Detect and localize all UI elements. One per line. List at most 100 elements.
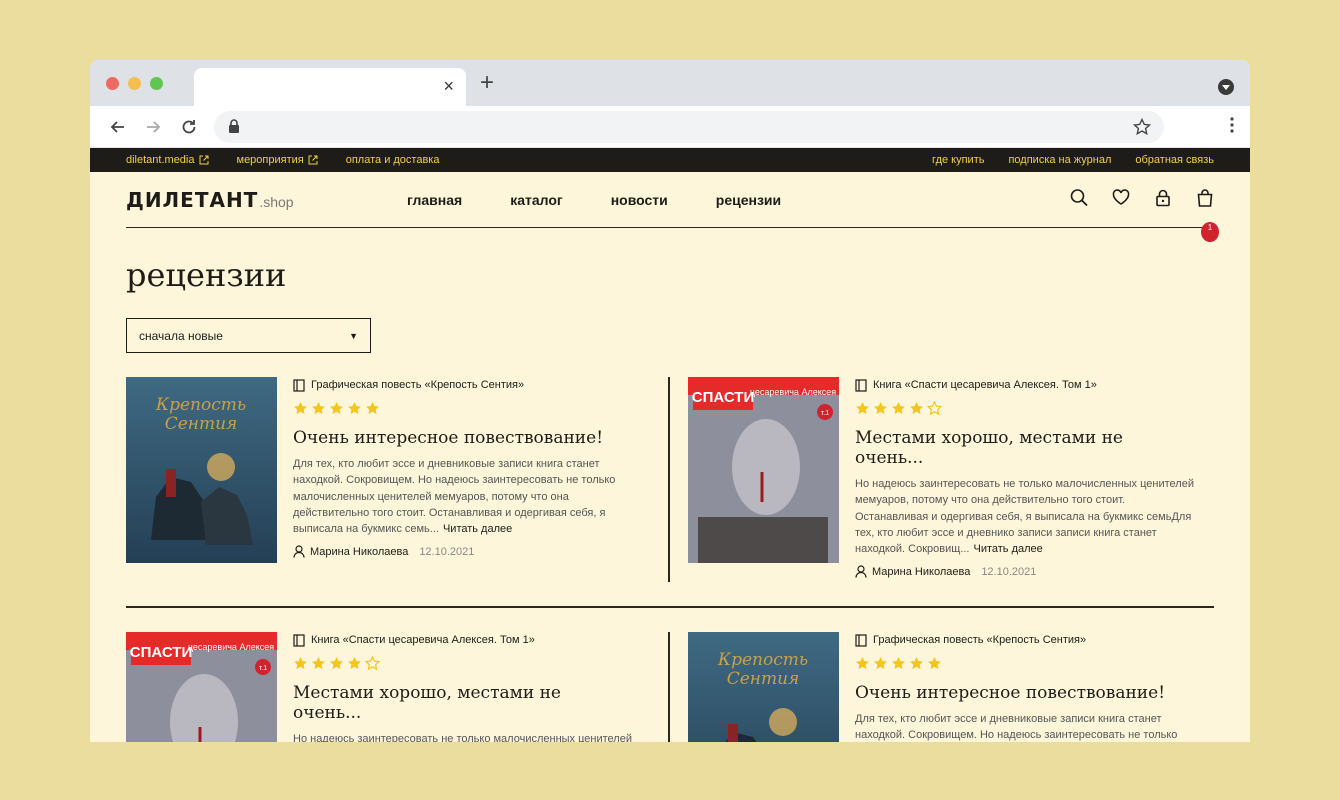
star-filled-icon (856, 402, 869, 415)
topbar-link-events[interactable]: мероприятия (237, 154, 318, 166)
tab-close-icon[interactable]: × (443, 76, 454, 96)
star-filled-icon (892, 402, 905, 415)
bookmark-star-icon[interactable] (1132, 117, 1152, 137)
sort-select-value: сначала новые (139, 328, 223, 343)
cover-subtitle: цесаревича Алексея (750, 387, 836, 397)
review-title[interactable]: Местами хорошо, местами не очень... (293, 683, 633, 723)
review-text: Для тех, кто любит эссе и дневниковые за… (293, 458, 616, 536)
cover-title-line1: Крепость (717, 650, 808, 670)
star-filled-icon (312, 657, 325, 670)
account-lock-icon[interactable] (1154, 188, 1172, 208)
read-more-link[interactable]: Читать далее (974, 543, 1043, 555)
back-icon[interactable] (106, 115, 130, 139)
lock-icon (229, 119, 239, 133)
minimize-window-button[interactable] (128, 77, 141, 90)
star-filled-icon (348, 657, 361, 670)
star-filled-icon (294, 402, 307, 415)
external-link-icon (199, 155, 208, 165)
star-filled-icon (892, 657, 905, 670)
rating-stars (855, 401, 1195, 416)
topbar-link-where-to-buy[interactable]: где купить (932, 154, 984, 166)
reload-icon[interactable] (177, 115, 201, 139)
star-filled-icon (366, 402, 379, 415)
new-tab-button[interactable]: + (480, 71, 494, 95)
maximize-window-button[interactable] (150, 77, 163, 90)
book-icon (293, 378, 305, 392)
cover-volume: т.1 (259, 665, 267, 672)
forward-icon[interactable] (141, 115, 165, 139)
cover-banner: СПАСТИ (692, 389, 754, 406)
book-cover-krepost[interactable]: Крепость Сентия (126, 377, 277, 563)
profile-menu-icon[interactable] (1218, 79, 1234, 95)
review-title[interactable]: Очень интересное повествование! (293, 428, 633, 448)
column-divider (668, 632, 670, 742)
browser-window: × + diletant.media мероприятия оплата и … (90, 60, 1250, 742)
site-logo[interactable]: ДИЛЕТАНТ .shop (126, 188, 294, 212)
review-product[interactable]: Графическая повесть «Крепость Сентия» (293, 377, 633, 393)
browser-tab[interactable]: × (194, 68, 466, 106)
search-icon[interactable] (1070, 188, 1088, 208)
browser-toolbar (90, 106, 1250, 148)
nav-reviews[interactable]: рецензии (716, 192, 781, 208)
browser-menu-icon[interactable] (1230, 117, 1234, 133)
cover-volume: т.1 (821, 410, 829, 417)
address-bar[interactable] (214, 111, 1164, 143)
book-cover-krepost[interactable]: Крепость Сентия (688, 632, 839, 742)
topbar-link-payment-delivery[interactable]: оплата и доставка (346, 154, 440, 166)
star-filled-icon (348, 402, 361, 415)
column-divider (668, 377, 670, 582)
cover-title-line1: Крепость (155, 395, 246, 415)
review-text: Но надеюсь заинтересовать не только мало… (293, 733, 632, 742)
book-icon (855, 633, 867, 647)
page-title: рецензии (126, 256, 287, 294)
star-filled-icon (330, 657, 343, 670)
nav-home[interactable]: главная (407, 192, 462, 208)
heart-icon[interactable] (1112, 188, 1130, 208)
review-meta: Графическая повесть «Крепость Сентия» Оч… (293, 377, 633, 559)
dropdown-arrow-icon: ▼ (349, 330, 358, 341)
review-product[interactable]: Книга «Спасти цесаревича Алексея. Том 1» (855, 377, 1195, 393)
user-icon (293, 545, 305, 559)
header-icons: 1 (1070, 188, 1219, 242)
external-link-icon (308, 155, 318, 165)
sort-select[interactable]: сначала новые ▼ (126, 318, 371, 353)
cover-subtitle: цесаревича Алексея (188, 642, 274, 652)
review-product[interactable]: Графическая повесть «Крепость Сентия» (855, 632, 1195, 648)
user-icon (855, 565, 867, 579)
star-filled-icon (330, 402, 343, 415)
nav-catalog[interactable]: каталог (510, 192, 563, 208)
review-product[interactable]: Книга «Спасти цесаревича Алексея. Том 1» (293, 632, 633, 648)
review-card: Крепость Сентия Графическая повесть «Кре… (126, 377, 626, 563)
review-card: СПАСТИ цесаревича Алексея т.1 Книга «Спа… (688, 377, 1194, 579)
book-cover-spasti[interactable]: СПАСТИ цесаревича Алексея т.1 (126, 632, 277, 742)
topbar-right-links: где купить подписка на журнал обратная с… (908, 154, 1214, 166)
star-filled-icon (874, 402, 887, 415)
topbar-link-feedback[interactable]: обратная связь (1135, 154, 1214, 166)
topbar-link-diletant-media[interactable]: diletant.media (126, 154, 209, 166)
cover-banner: СПАСТИ (130, 644, 192, 661)
review-card: СПАСТИ цесаревича Алексея т.1 Книга «Спа… (126, 632, 632, 742)
review-date: 12.10.2021 (981, 565, 1037, 578)
review-title[interactable]: Очень интересное повествование! (855, 683, 1195, 703)
star-filled-icon (856, 657, 869, 670)
star-filled-icon (312, 402, 325, 415)
tab-bar: × + (90, 60, 1250, 106)
review-date: 12.10.2021 (419, 545, 475, 558)
review-meta: Книга «Спасти цесаревича Алексея. Том 1»… (855, 377, 1195, 579)
read-more-link[interactable]: Читать далее (443, 523, 512, 535)
star-filled-icon (910, 402, 923, 415)
review-title[interactable]: Местами хорошо, местами не очень... (855, 428, 1195, 468)
site-topbar: diletant.media мероприятия оплата и дост… (90, 148, 1250, 172)
cart-count-badge: 1 (1201, 222, 1219, 242)
review-meta: Графическая повесть «Крепость Сентия» Оч… (855, 632, 1195, 742)
review-meta: Книга «Спасти цесаревича Алексея. Том 1»… (293, 632, 633, 742)
book-icon (293, 633, 305, 647)
book-cover-spasti[interactable]: СПАСТИ цесаревича Алексея т.1 (688, 377, 839, 563)
row-divider (126, 606, 1214, 608)
cover-title-line2: Сентия (165, 414, 238, 434)
close-window-button[interactable] (106, 77, 119, 90)
cart-icon[interactable]: 1 (1196, 188, 1219, 242)
nav-news[interactable]: новости (611, 192, 668, 208)
rating-stars (855, 656, 1195, 671)
topbar-link-subscription[interactable]: подписка на журнал (1008, 154, 1111, 166)
